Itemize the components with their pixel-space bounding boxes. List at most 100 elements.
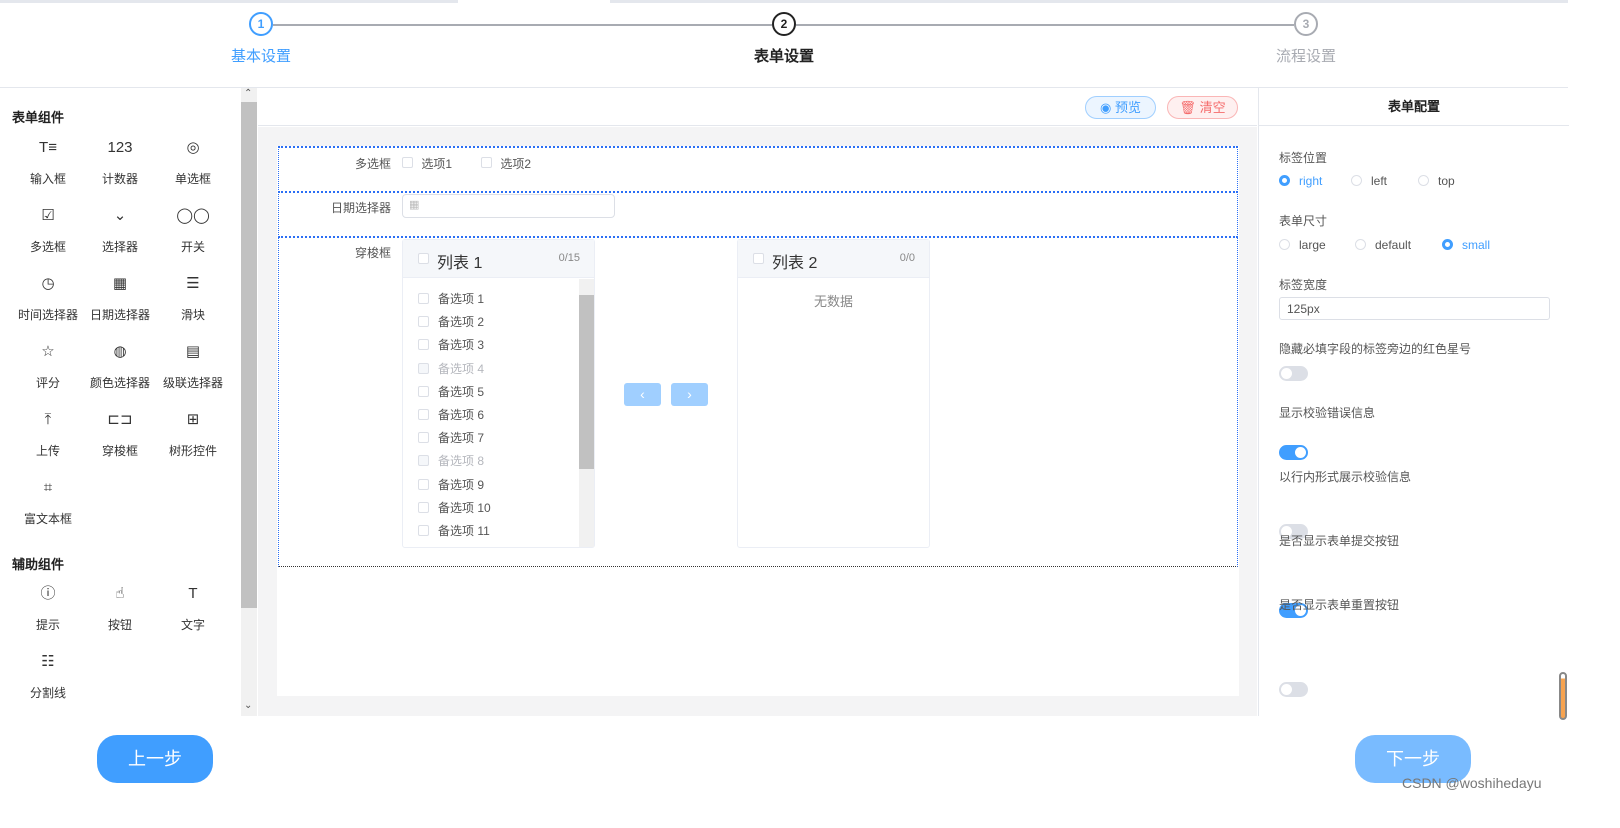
checkbox xyxy=(418,501,429,513)
scroll-down-icon[interactable]: ⌄ xyxy=(244,700,252,711)
scrollbar-thumb[interactable] xyxy=(579,295,594,469)
radio-right[interactable]: right xyxy=(1279,174,1322,188)
list-item[interactable]: 备选项 7 xyxy=(418,429,484,446)
component-upload[interactable]: ⤒ 上传 xyxy=(12,411,84,459)
calendar-icon: ▦ xyxy=(409,199,420,211)
toggle-switch[interactable] xyxy=(1279,445,1308,460)
clear-label: 清空 xyxy=(1199,100,1226,115)
radio-label: top xyxy=(1438,174,1455,188)
component-cascader[interactable]: ▤ 级联选择器 xyxy=(157,343,229,391)
palette-icon: ◍ xyxy=(113,343,127,360)
list-item[interactable]: 备选项 9 xyxy=(418,476,484,493)
item-label: 备选项 1 xyxy=(438,292,485,306)
step-circle[interactable]: 2 xyxy=(772,12,796,36)
step-circle[interactable]: 3 xyxy=(1294,12,1318,36)
canvas-toolbar: ◉ 预览 🗑 清空 xyxy=(258,88,1257,126)
prev-step-button[interactable]: 上一步 xyxy=(97,735,213,783)
scrollbar-thumb[interactable] xyxy=(241,102,257,608)
radio-small[interactable]: small xyxy=(1442,238,1490,252)
component-clock[interactable]: ◷ 时间选择器 xyxy=(12,275,84,323)
form-item-transfer[interactable]: 穿梭框 列表 1 0/15 备选项 1 备选项 2 备选项 3 备选项 4 备选项 5 备选… xyxy=(278,236,1238,567)
list-title: 列表 1 xyxy=(437,255,483,272)
component-counter[interactable]: 123 计数器 xyxy=(84,139,156,187)
checkbox-option[interactable]: 选项1 xyxy=(402,155,452,172)
tree-icon: ⊞ xyxy=(186,411,200,428)
radio-top[interactable]: top xyxy=(1418,174,1455,188)
step-label[interactable]: 表单设置 xyxy=(724,45,844,66)
trash-icon: 🗑 xyxy=(1179,100,1196,115)
cascader-icon: ▤ xyxy=(185,343,201,360)
checkbox xyxy=(418,316,429,328)
component-palette[interactable]: ◍ 颜色选择器 xyxy=(84,343,156,391)
config-label: 是否显示表单重置按钮 xyxy=(1279,598,1400,612)
toggle-switch[interactable] xyxy=(1279,366,1308,381)
clear-button[interactable]: 🗑 清空 xyxy=(1167,96,1238,119)
move-left-button[interactable]: ‹ xyxy=(624,383,661,406)
component-text-input[interactable]: T≡ 输入框 xyxy=(12,139,84,187)
list-count: 0/15 xyxy=(558,252,580,264)
component-select[interactable]: ⌄ 选择器 xyxy=(84,207,156,255)
calendar-icon: ▦ xyxy=(112,275,128,292)
form-item-checkbox[interactable]: 多选框 选项1 选项2 xyxy=(278,146,1238,192)
component-slider[interactable]: ☰ 滑块 xyxy=(157,275,229,323)
form-item-date[interactable]: 日期选择器 ▦ xyxy=(278,191,1238,237)
section-title: 辅助组件 xyxy=(12,557,65,572)
divider-icon: ☷ xyxy=(41,653,55,670)
config-label: 是否显示表单提交按钮 xyxy=(1279,534,1400,548)
radio-circle xyxy=(1418,175,1429,186)
radio-left[interactable]: left xyxy=(1351,174,1387,188)
select-all-checkbox[interactable] xyxy=(753,253,764,264)
list-item[interactable]: 备选项 11 xyxy=(418,522,490,539)
preview-button[interactable]: ◉ 预览 xyxy=(1085,96,1156,119)
component-star[interactable]: ☆ 评分 xyxy=(12,343,84,391)
list-item[interactable]: 备选项 6 xyxy=(418,406,484,423)
button-icon: ☝ xyxy=(115,585,125,602)
radio-default[interactable]: default xyxy=(1355,238,1411,252)
component-label: 评分 xyxy=(35,376,60,390)
label-width-input[interactable] xyxy=(1279,297,1550,320)
component-checkbox[interactable]: ☑ 多选框 xyxy=(12,207,84,255)
component-label: 提示 xyxy=(35,618,60,632)
info-icon: ⓘ xyxy=(40,585,56,602)
step-label[interactable]: 基本设置 xyxy=(201,45,321,66)
move-right-button[interactable]: › xyxy=(671,383,708,406)
field-label: 多选框 xyxy=(354,157,391,171)
toggle-switch[interactable] xyxy=(1279,682,1308,697)
date-input[interactable]: ▦ xyxy=(402,194,615,218)
component-label: 多选框 xyxy=(29,240,66,254)
list-item[interactable]: 备选项 1 xyxy=(418,290,484,307)
component-info[interactable]: ⓘ 提示 xyxy=(12,585,84,633)
step-label[interactable]: 流程设置 xyxy=(1246,45,1366,66)
step-circle[interactable]: 1 xyxy=(249,12,273,36)
component-tree[interactable]: ⊞ 树形控件 xyxy=(157,411,229,459)
component-switch[interactable]: ◯◯ 开关 xyxy=(157,207,229,255)
radio-circle xyxy=(1351,175,1362,186)
transfer-list-2: 列表 2 0/0 无数据 xyxy=(737,239,930,548)
component-rich-text[interactable]: ⌗ 富文本框 xyxy=(12,479,84,527)
item-label: 备选项 8 xyxy=(438,454,485,469)
component-calendar[interactable]: ▦ 日期选择器 xyxy=(84,275,156,323)
radio-large[interactable]: large xyxy=(1279,238,1326,252)
list-item[interactable]: 备选项 3 xyxy=(418,336,484,353)
checkbox-option[interactable]: 选项2 xyxy=(481,155,531,172)
select-all-checkbox[interactable] xyxy=(418,253,429,264)
component-text[interactable]: T 文字 xyxy=(157,585,229,633)
transfer-list-1: 列表 1 0/15 备选项 1 备选项 2 备选项 3 备选项 4 备选项 5 备选项 6 备… xyxy=(402,239,595,548)
radio-label: large xyxy=(1299,238,1326,252)
preview-label: 预览 xyxy=(1114,100,1141,115)
radio-label: left xyxy=(1371,174,1388,188)
component-label: 颜色选择器 xyxy=(89,376,150,390)
scroll-up-icon[interactable]: ⌃ xyxy=(244,88,252,99)
component-transfer[interactable]: ⊏⊐ 穿梭框 xyxy=(84,411,156,459)
component-radio[interactable]: ◎ 单选框 xyxy=(157,139,229,187)
active-tab[interactable] xyxy=(458,0,610,3)
list-item[interactable]: 备选项 2 xyxy=(418,313,484,330)
checkbox xyxy=(418,432,429,444)
checkbox xyxy=(418,525,429,536)
component-label: 分割线 xyxy=(29,686,66,700)
scroll-indicator[interactable] xyxy=(1559,672,1567,720)
component-button[interactable]: ☝ 按钮 xyxy=(84,585,156,633)
list-item[interactable]: 备选项 5 xyxy=(418,383,484,400)
list-item[interactable]: 备选项 10 xyxy=(418,499,491,516)
component-divider[interactable]: ☷ 分割线 xyxy=(12,653,84,701)
